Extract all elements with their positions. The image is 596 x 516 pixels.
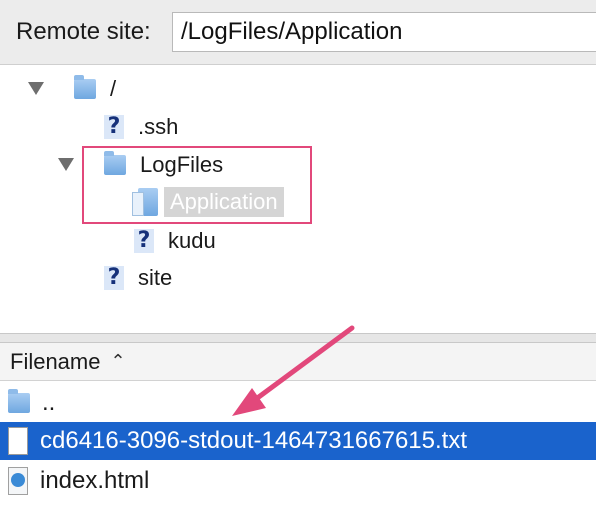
tree-item-label: .ssh <box>138 114 179 139</box>
document-icon <box>8 427 28 455</box>
pane-splitter[interactable] <box>0 333 596 343</box>
tree-item-label: kudu <box>168 228 216 253</box>
folder-icon <box>74 75 96 99</box>
column-header-filename[interactable]: Filename <box>10 349 100 375</box>
tree-item-root[interactable]: / <box>74 72 116 106</box>
file-list-header: Filename ⌃ <box>0 343 596 381</box>
annotation-highlight-box <box>82 146 312 224</box>
tree-item-site[interactable]: ? site <box>104 261 172 295</box>
remote-site-label: Remote site: <box>16 18 151 45</box>
unknown-icon: ? <box>104 266 124 290</box>
tree-item-label: site <box>138 265 173 290</box>
folder-icon <box>8 389 30 413</box>
file-name: index.html <box>40 467 150 494</box>
disclosure-triangle-logfiles[interactable] <box>58 158 74 171</box>
file-row-parent-dir[interactable]: .. <box>0 384 596 422</box>
file-row-stdout-txt[interactable]: cd6416-3096-stdout-1464731667615.txt <box>0 422 596 460</box>
chevron-up-icon[interactable]: ⌃ <box>110 351 125 372</box>
html-file-icon <box>8 467 28 495</box>
disclosure-triangle-root[interactable] <box>28 82 44 95</box>
unknown-icon: ? <box>134 229 154 253</box>
file-name: .. <box>42 389 56 416</box>
tree-item-label: / <box>110 76 117 101</box>
tree-item-ssh[interactable]: ? .ssh <box>104 110 178 144</box>
remote-site-path-input[interactable] <box>172 12 596 52</box>
file-name: cd6416-3096-stdout-1464731667615.txt <box>40 427 468 454</box>
unknown-icon: ? <box>104 115 124 139</box>
tree-item-kudu[interactable]: ? kudu <box>134 224 216 258</box>
remote-site-bar: Remote site: <box>0 0 596 65</box>
remote-directory-tree: / ? .ssh LogFiles Application ? kudu ? s… <box>0 65 596 333</box>
file-row-index-html[interactable]: index.html <box>0 462 596 500</box>
